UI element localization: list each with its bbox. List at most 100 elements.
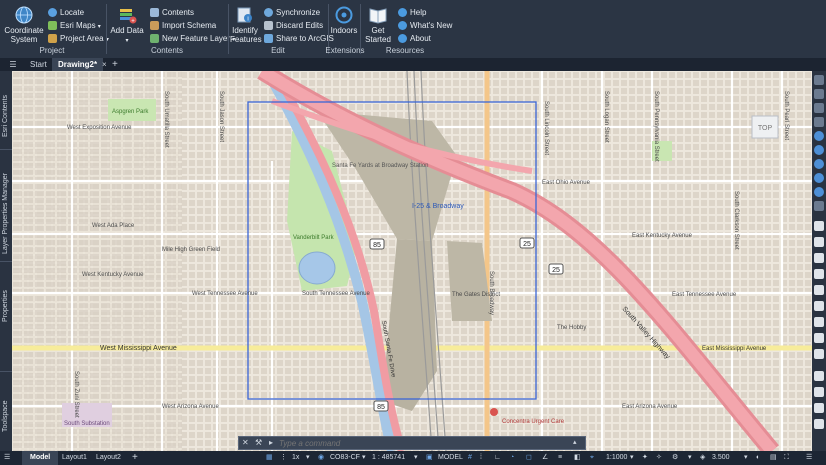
- chevron-down-icon[interactable]: ▾: [688, 451, 692, 465]
- zoom-factor[interactable]: 1x: [292, 451, 299, 465]
- model-toggle[interactable]: MODEL: [438, 451, 463, 465]
- zoom-icon[interactable]: [814, 237, 824, 247]
- east-arizona-label: East Arizona Avenue: [622, 404, 678, 410]
- share-icon: [264, 34, 273, 44]
- command-input[interactable]: [279, 437, 569, 449]
- contents-button[interactable]: Contents: [150, 7, 194, 18]
- new-feature-layer-button[interactable]: New Feature Layer ▾: [150, 33, 235, 44]
- project-area-button[interactable]: Project Area ▾: [48, 33, 109, 44]
- customize-icon[interactable]: ☰: [806, 451, 812, 465]
- new-tab-button[interactable]: +: [106, 58, 124, 71]
- globe-icon[interactable]: [814, 187, 824, 197]
- about-button[interactable]: About: [398, 33, 431, 44]
- globe-icon[interactable]: [814, 131, 824, 141]
- nav-tool-icon[interactable]: [814, 117, 824, 127]
- nav-tool-icon[interactable]: [814, 75, 824, 85]
- chevron-down-icon[interactable]: ▾: [744, 451, 748, 465]
- chevron-up-icon[interactable]: ▴: [573, 437, 577, 449]
- coordinate-system-button[interactable]: Coordinate System: [4, 6, 44, 44]
- get-started-button[interactable]: Get Started: [362, 6, 394, 44]
- coordinate-system-status[interactable]: CO83-CF: [330, 451, 360, 465]
- tab-esri-contents[interactable]: Esri Contents: [0, 71, 12, 141]
- transparency-icon[interactable]: ◧: [574, 451, 581, 465]
- nav-tool-icon[interactable]: [814, 317, 824, 327]
- esri-maps-button[interactable]: Esri Maps ▾: [48, 20, 101, 31]
- lock-icon[interactable]: ▣: [426, 451, 433, 465]
- nav-tool-icon[interactable]: [814, 387, 824, 397]
- project-area-label: Project Area: [60, 34, 104, 43]
- tab-layout2[interactable]: Layout2: [96, 451, 121, 465]
- orbit-icon[interactable]: [814, 253, 824, 263]
- polar-icon[interactable]: ◔: [510, 451, 514, 465]
- scale-ratio[interactable]: 1 : 485741: [372, 451, 405, 465]
- nav-tool-icon[interactable]: [814, 201, 824, 211]
- osnap-icon[interactable]: ◻: [526, 451, 532, 465]
- chevron-down-icon[interactable]: ▾: [414, 451, 418, 465]
- nav-tool-icon[interactable]: [814, 285, 824, 295]
- grid-icon[interactable]: ▦: [266, 451, 273, 465]
- nav-tool-icon[interactable]: [814, 103, 824, 113]
- otrack-icon[interactable]: ∠: [542, 451, 548, 465]
- tab-esri-contents-label: Esri Contents: [2, 94, 9, 137]
- autoscale-icon[interactable]: ✧: [656, 451, 662, 465]
- tab-layer-properties-manager[interactable]: Layer Properties Manager: [0, 149, 12, 254]
- chevron-down-icon[interactable]: ▾: [362, 451, 366, 465]
- command-line[interactable]: ✕ ⚒ ▸ ▴: [238, 436, 586, 450]
- indoors-button[interactable]: Indoors: [330, 6, 358, 35]
- synchronize-button[interactable]: Synchronize: [264, 7, 320, 18]
- annotation-visibility-icon[interactable]: ✦: [642, 451, 648, 465]
- add-layout-button[interactable]: +: [132, 451, 138, 465]
- whats-new-button[interactable]: What's New: [398, 20, 452, 31]
- add-data-button[interactable]: + Add Data ▾: [110, 6, 144, 46]
- nav-tool-icon[interactable]: [814, 403, 824, 413]
- urgent-care-pin[interactable]: [490, 408, 498, 416]
- wrench-icon[interactable]: ⚒: [255, 437, 262, 449]
- globe-icon[interactable]: [814, 145, 824, 155]
- globe-icon: ◉: [318, 454, 325, 461]
- nav-tool-icon[interactable]: [814, 333, 824, 343]
- discard-edits-button[interactable]: Discard Edits: [264, 20, 323, 31]
- snap-mode-icon[interactable]: ⁞: [480, 451, 482, 465]
- annotation-icon[interactable]: ⌖: [590, 451, 594, 465]
- scale-status[interactable]: 1:1000: [606, 451, 627, 465]
- close-icon[interactable]: ✕: [242, 437, 249, 449]
- nav-tool-icon[interactable]: [814, 89, 824, 99]
- isolate-icon[interactable]: ◐: [756, 451, 760, 465]
- globe-icon[interactable]: [814, 173, 824, 183]
- showmotion-icon[interactable]: [814, 269, 824, 279]
- map-canvas[interactable]: 25 25 85 85 Aspgren Park West Exposition…: [12, 71, 812, 451]
- chevron-down-icon[interactable]: ▾: [306, 451, 310, 465]
- workspace-icon[interactable]: ⚙: [672, 451, 678, 465]
- tab-properties[interactable]: Properties: [0, 261, 12, 332]
- menu-icon[interactable]: ☰: [4, 451, 10, 465]
- tab-toolspace[interactable]: Toolspace: [0, 371, 12, 442]
- locate-button[interactable]: Locate: [48, 7, 84, 18]
- south-pennsylvania-label: South Pennsylvania Street: [653, 91, 659, 162]
- tab-layout1[interactable]: Layout1: [62, 451, 87, 465]
- chevron-down-icon[interactable]: ▾: [630, 451, 634, 465]
- tab-model[interactable]: Model: [22, 451, 59, 465]
- units-value[interactable]: 3.500: [712, 451, 730, 465]
- help-button[interactable]: Help: [398, 7, 426, 18]
- import-schema-button[interactable]: Import Schema: [150, 20, 216, 31]
- contents-icon: [150, 8, 159, 18]
- globe-icon[interactable]: [814, 159, 824, 169]
- share-to-arcgis-button[interactable]: Share to ArcGIS: [264, 33, 334, 44]
- identify-features-button[interactable]: i Identify Features: [230, 6, 262, 44]
- nav-tool-icon[interactable]: [814, 349, 824, 359]
- nav-tool-icon[interactable]: [814, 371, 824, 381]
- extensions-group: Indoors Extensions: [325, 0, 365, 58]
- viewcube[interactable]: TOP: [751, 115, 779, 139]
- grid-display-icon[interactable]: #: [468, 451, 472, 465]
- lineweight-icon[interactable]: ≡: [558, 451, 562, 465]
- ortho-icon[interactable]: ∟: [494, 451, 501, 465]
- chevron-down-icon: ▾: [125, 38, 129, 44]
- nav-tool-icon[interactable]: [814, 419, 824, 429]
- tab-start[interactable]: Start: [24, 58, 53, 71]
- pan-icon[interactable]: [814, 221, 824, 231]
- nav-tool-icon[interactable]: [814, 301, 824, 311]
- snap-icon[interactable]: ⋮: [280, 451, 287, 465]
- hardware-acceleration-icon[interactable]: ▤: [770, 451, 777, 465]
- menu-icon[interactable]: ☰: [2, 58, 24, 71]
- clean-screen-icon[interactable]: ⛶: [784, 451, 789, 465]
